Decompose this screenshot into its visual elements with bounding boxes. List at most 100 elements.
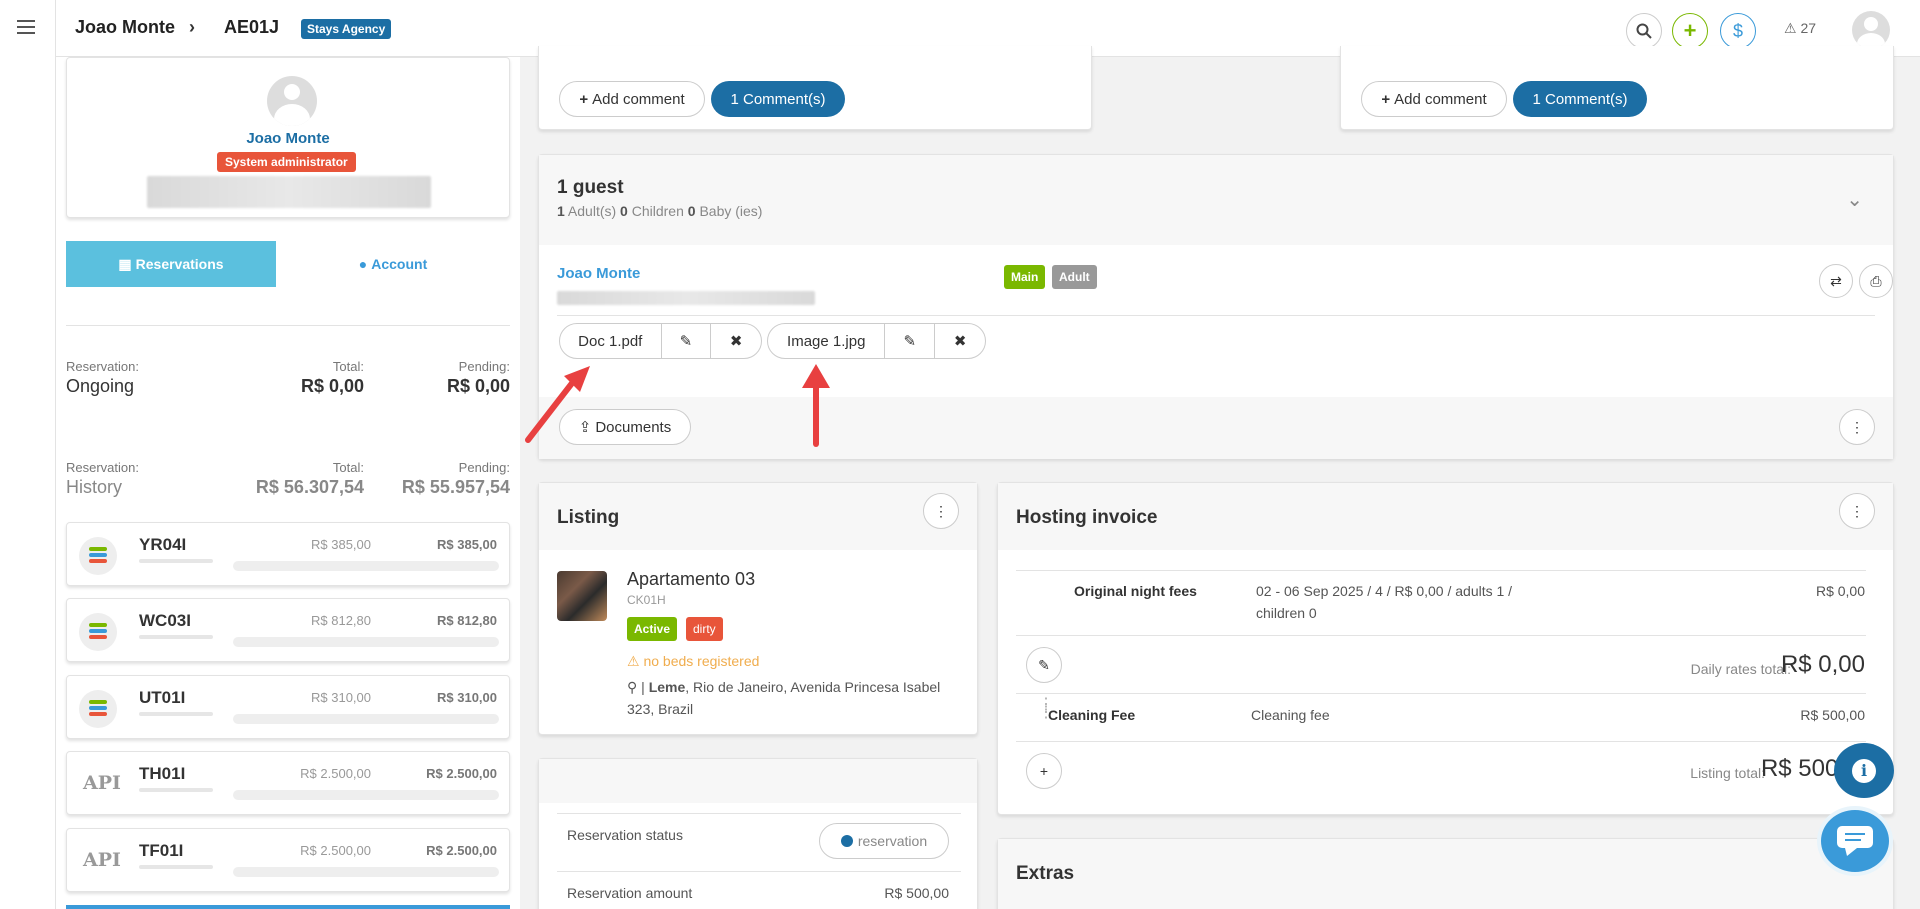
more-options-button[interactable]: ⋮ [1839, 409, 1875, 445]
listing-photo[interactable] [557, 571, 607, 621]
arrow-annotation [525, 366, 590, 443]
reservation-total: R$ 385,00 [311, 537, 371, 552]
ongoing-pending-label: Pending: [458, 359, 510, 374]
reservation-code: TH01I [139, 764, 186, 783]
chevron-right-icon: › [189, 17, 195, 37]
left-tabs: ▦ Reservations ● Account [66, 241, 510, 287]
history-status: History [66, 477, 123, 497]
warning-icon: ⚠ [1784, 20, 1797, 36]
comments-panel-right: + Add comment 1 Comment(s) [1340, 46, 1894, 130]
finance-button[interactable]: $ [1720, 13, 1756, 49]
close-icon[interactable]: ✖ [935, 324, 985, 358]
add-comment-label: Add comment [1394, 90, 1487, 108]
print-button[interactable]: ⎙ [1859, 264, 1893, 298]
listing-address: ⚲ | Leme, Rio de Janeiro, Avenida Prince… [627, 679, 941, 717]
reservation-card[interactable]: YR04I R$ 385,00 R$ 385,00 [66, 522, 510, 586]
pencil-icon[interactable]: ✎ [662, 324, 712, 358]
listing-title: Listing [557, 507, 620, 528]
documents-label: Documents [595, 418, 672, 436]
alerts-indicator[interactable]: ⚠ 27 [1784, 20, 1816, 37]
ongoing-status: Ongoing [66, 376, 135, 396]
stack-icon [79, 537, 117, 575]
file-doc: Doc 1.pdf ✎ ✖ [559, 323, 762, 359]
profile-name[interactable]: Joao Monte [67, 130, 509, 147]
more-options-button[interactable]: ⋮ [1839, 493, 1875, 529]
cleaning-fee-amount: R$ 500,00 [1800, 707, 1865, 723]
plus-icon: + [579, 90, 589, 108]
user-avatar[interactable] [1852, 11, 1890, 49]
extras-panel: Extras [997, 838, 1894, 909]
plus-icon: + [1381, 90, 1391, 108]
daily-total: R$ 0,00 [1780, 651, 1865, 678]
reservation-pending: R$ 310,00 [437, 690, 497, 705]
reservation-total: R$ 812,80 [311, 613, 371, 628]
reservation-status-value[interactable]: reservation [819, 823, 949, 859]
comments-count-button[interactable]: 1 Comment(s) [711, 81, 845, 117]
print-icon: ⎙ [1870, 272, 1882, 289]
night-fees-detail-2: children 0 [1256, 605, 1317, 621]
left-rail [0, 0, 56, 909]
search-button[interactable] [1626, 13, 1662, 49]
arrow-annotation [802, 364, 830, 447]
add-comment-button[interactable]: + Add comment [1361, 81, 1507, 117]
reservation-card[interactable]: API TF01I R$ 2.500,00 R$ 2.500,00 [66, 828, 510, 892]
tab-account[interactable]: ● Account [276, 241, 510, 287]
reservation-amount-value: R$ 500,00 [884, 885, 949, 901]
listing-name[interactable]: Apartamento 03 [627, 569, 755, 590]
comments-panel-left: + Add comment 1 Comment(s) [538, 46, 1092, 130]
profile-card: Joao Monte System administrator [66, 57, 510, 218]
guests-summary: 1 Adult(s) 0 Children 0 Baby (ies) [557, 203, 763, 219]
comments-count-button[interactable]: 1 Comment(s) [1513, 81, 1647, 117]
ongoing-total-label: Total: [332, 359, 364, 374]
guests-header [539, 155, 1893, 245]
reservation-card[interactable]: WC03I R$ 812,80 R$ 812,80 [66, 598, 510, 662]
role-badge: System administrator [217, 152, 356, 172]
file-name[interactable]: Doc 1.pdf [560, 324, 662, 358]
plus-icon: + [1039, 763, 1049, 779]
file-name[interactable]: Image 1.jpg [768, 324, 886, 358]
swap-button[interactable]: ⇄ [1819, 264, 1853, 298]
reservation-card[interactable]: API TH01I R$ 2.500,00 R$ 2.500,00 [66, 751, 510, 815]
listing-panel: Listing ⋮ Apartamento 03 CK01H Active di… [538, 482, 978, 735]
redacted-contact [147, 176, 431, 208]
stack-icon [79, 690, 117, 728]
guest-name[interactable]: Joao Monte [557, 265, 640, 282]
dollar-icon: $ [1732, 20, 1743, 41]
listing-code: CK01H [627, 593, 666, 607]
progress-bar [233, 867, 499, 877]
add-button[interactable]: + [1672, 13, 1708, 49]
add-comment-button[interactable]: + Add comment [559, 81, 705, 117]
more-options-button[interactable]: ⋮ [923, 493, 959, 529]
reservation-card[interactable]: UT01I R$ 310,00 R$ 310,00 [66, 675, 510, 739]
kebab-icon: ⋮ [934, 502, 948, 519]
history-total-label: Total: [332, 460, 364, 475]
close-icon[interactable]: ✖ [711, 324, 761, 358]
edit-button[interactable]: ✎ [1026, 647, 1062, 683]
pencil-icon[interactable]: ✎ [885, 324, 936, 358]
reservation-total: R$ 310,00 [311, 690, 371, 705]
map-pin-icon: ⚲ [627, 679, 638, 695]
add-line-button[interactable]: + [1026, 753, 1062, 789]
chevron-down-icon[interactable]: ⌄ [1846, 187, 1863, 212]
calendar-icon: ▦ [118, 255, 132, 272]
reservation-pending: R$ 2.500,00 [426, 766, 497, 781]
reservation-code: UT01I [139, 688, 186, 707]
tab-reservations-label: Reservations [135, 256, 224, 272]
search-icon [1636, 23, 1652, 39]
chat-button[interactable] [1817, 806, 1893, 876]
progress-bar [233, 790, 499, 800]
tab-reservations[interactable]: ▦ Reservations [66, 241, 276, 287]
redacted-guest-info [557, 291, 815, 305]
beds-warning: ⚠ no beds registered [627, 653, 760, 669]
menu-icon[interactable] [17, 20, 35, 38]
reservation-total: R$ 2.500,00 [300, 766, 371, 781]
breadcrumb-user[interactable]: Joao Monte [75, 17, 175, 38]
kebab-icon: ⋮ [1850, 502, 1864, 519]
info-button[interactable]: i [1834, 743, 1894, 798]
progress-bar [233, 561, 499, 571]
plus-icon: + [1683, 18, 1697, 43]
status-active: Active [627, 617, 678, 641]
status-dirty: dirty [686, 617, 723, 641]
night-fees-detail: 02 - 06 Sep 2025 / 4 / R$ 0,00 / adults … [1256, 583, 1513, 599]
info-icon: i [1852, 758, 1876, 783]
